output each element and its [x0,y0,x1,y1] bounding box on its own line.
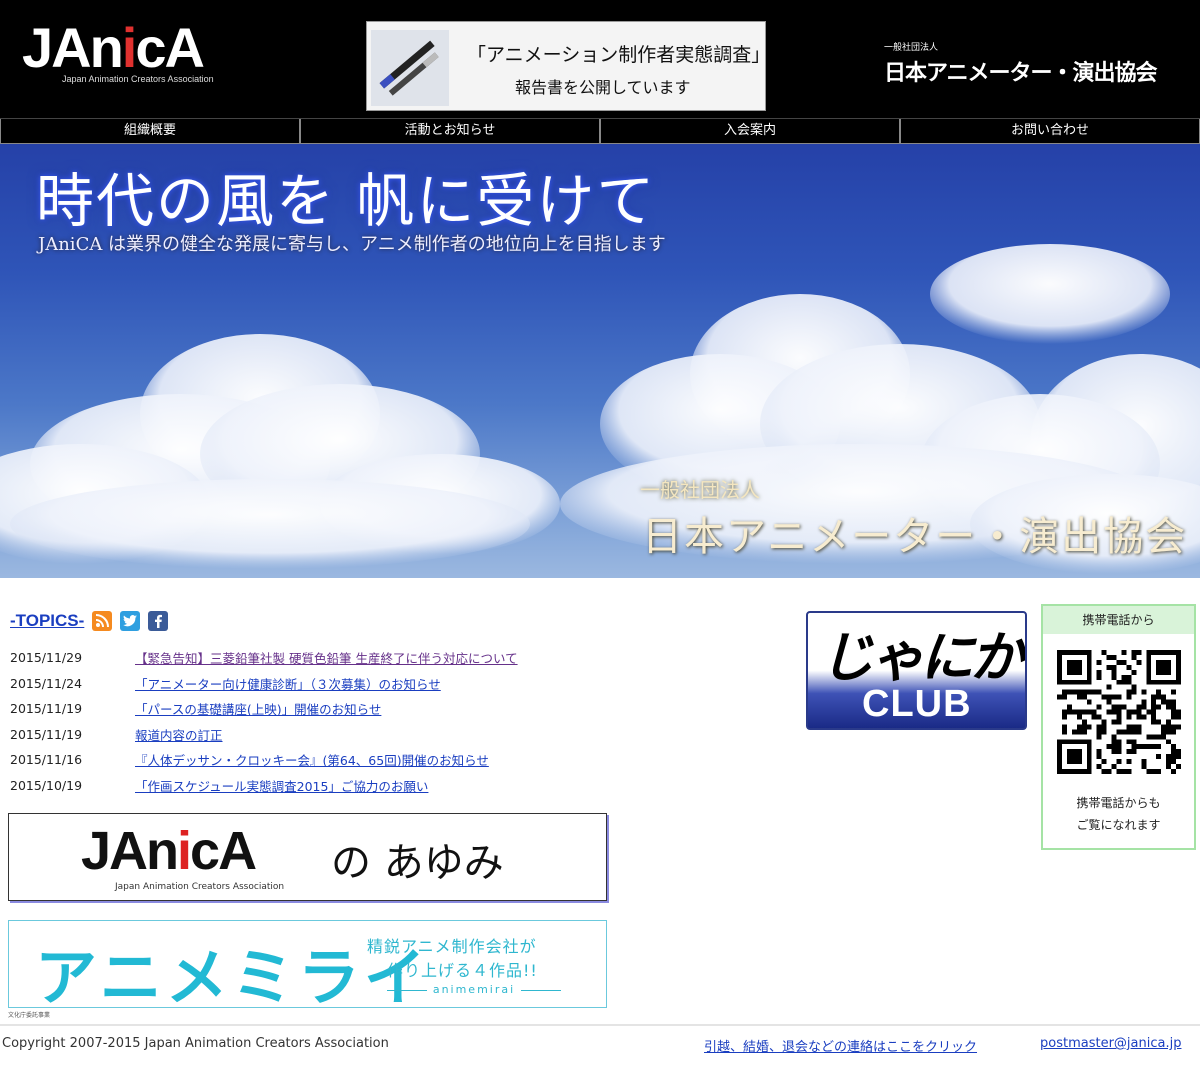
topic-link[interactable]: 「作画スケジュール実態調査2015」ご協力のお願い [135,776,428,795]
qr-code-icon[interactable] [1057,650,1181,774]
topic-date: 2015/11/24 [10,675,83,691]
janica-logo[interactable]: JAnicA Japan Animation Creators Associat… [22,18,252,88]
hero-org-type: 一般社団法人 [640,478,760,502]
animemirai-line2: 作り上げる４作品!! [387,961,538,980]
org-name: 一般社団法人 日本アニメーター・演出協会 [884,40,1158,87]
topic-row: 2015/11/19 「パースの基礎講座(上映)」開催のお知らせ [10,696,610,722]
topic-link[interactable]: 報道内容の訂正 [135,725,223,744]
topic-link[interactable]: 『人体デッサン・クロッキー会』(第64、65回)開催のお知らせ [135,750,489,769]
mobile-text2: ご覧になれます [1076,818,1161,832]
club-script: じゃにか [820,625,1024,689]
mobile-text1: 携帯電話からも [1076,796,1161,810]
main-nav: 組織概要 活動とお知らせ 入会案内 お問い合わせ [0,118,1200,144]
ayumi-logo-subtitle: Japan Animation Creators Association [115,882,285,892]
org-type: 一般社団法人 [884,43,939,53]
rss-icon[interactable] [92,611,113,631]
topic-row: 2015/11/19 報道内容の訂正 [10,722,610,748]
nav-item-contact[interactable]: お問い合わせ [900,119,1200,144]
banner-line2: 報告書を公開しています [515,78,691,97]
pens-icon [371,30,449,106]
topics-header: -TOPICS- [10,608,169,634]
janica-history-banner[interactable]: JAnicA Japan Animation Creators Associat… [8,813,607,901]
topic-date: 2015/10/19 [10,777,83,793]
topics-list: 2015/11/29 【緊急告知】三菱鉛筆社製 硬質色鉛筆 生産終了に伴う対応に… [10,645,610,798]
animemirai-line1: 精鋭アニメ制作会社が [367,937,537,956]
email-link[interactable]: postmaster@janica.jp [1040,1036,1181,1051]
org-title: 日本アニメーター・演出協会 [884,61,1158,86]
member-update-link[interactable]: 引越、結婚、退会などの連絡はここをクリック [704,1036,977,1055]
banner-line1: 「アニメーション制作者実態調査」 [467,44,771,66]
copyright-text: Copyright 2007-2015 Japan Animation Crea… [2,1036,389,1051]
topics-title[interactable]: -TOPICS- [10,611,84,631]
topic-date: 2015/11/16 [10,752,83,768]
nav-item-membership[interactable]: 入会案内 [600,119,900,144]
animemirai-line3: animemirai [369,983,579,996]
survey-report-banner[interactable]: 「アニメーション制作者実態調査」 報告書を公開しています [366,21,771,111]
nav-item-activities[interactable]: 活動とお知らせ [300,119,600,144]
topic-date: 2015/11/19 [10,701,83,717]
club-word: CLUB [862,683,972,725]
mobile-access-box: 携帯電話から 携帯電話からも ご覧になれます [1041,604,1196,850]
topic-row: 2015/11/29 【緊急告知】三菱鉛筆社製 硬質色鉛筆 生産終了に伴う対応に… [10,645,610,671]
hero-tagline: JAniCA は業界の健全な発展に寄与し、アニメ制作者の地位向上を目指します [38,234,666,255]
janica-club-banner[interactable]: じゃにか CLUB [806,611,1027,730]
footer-divider [0,1024,1200,1026]
hero-org-name: 日本アニメーター・演出協会 [642,514,1188,560]
topic-row: 2015/11/16 『人体デッサン・クロッキー会』(第64、65回)開催のお知… [10,747,610,773]
topic-link[interactable]: 【緊急告知】三菱鉛筆社製 硬質色鉛筆 生産終了に伴う対応について [135,648,518,667]
hero-headline: 時代の風を 帆に受けて [36,167,657,235]
topic-link[interactable]: 「パースの基礎講座(上映)」開催のお知らせ [135,699,381,718]
hero-banner: 時代の風を 帆に受けて JAniCA は業界の健全な発展に寄与し、アニメ制作者の… [0,144,1200,578]
topic-date: 2015/11/29 [10,650,83,666]
nav-item-about[interactable]: 組織概要 [0,119,300,144]
twitter-icon[interactable] [120,611,141,631]
mobile-header: 携帯電話から [1043,606,1194,634]
animemirai-note: 文化庁委託事業 [8,1012,51,1019]
animemirai-banner[interactable]: アニメミライ 精鋭アニメ制作会社が 作り上げる４作品!! animemirai [8,920,607,1013]
ayumi-title: の あゆみ [331,840,504,886]
site-header: JAnicA Japan Animation Creators Associat… [0,0,1200,118]
topic-row: 2015/10/19 「作画スケジュール実態調査2015」ご協力のお願い [10,773,610,799]
logo-subtitle: Japan Animation Creators Association [62,74,214,84]
topic-link[interactable]: 「アニメーター向け健康診断」（３次募集）のお知らせ [135,674,441,693]
logo-wordmark: JAnicA [22,16,205,79]
facebook-icon[interactable] [148,611,169,631]
ayumi-logo: JAnicA [81,821,257,881]
topic-date: 2015/11/19 [10,726,83,742]
topic-row: 2015/11/24 「アニメーター向け健康診断」（３次募集）のお知らせ [10,671,610,697]
